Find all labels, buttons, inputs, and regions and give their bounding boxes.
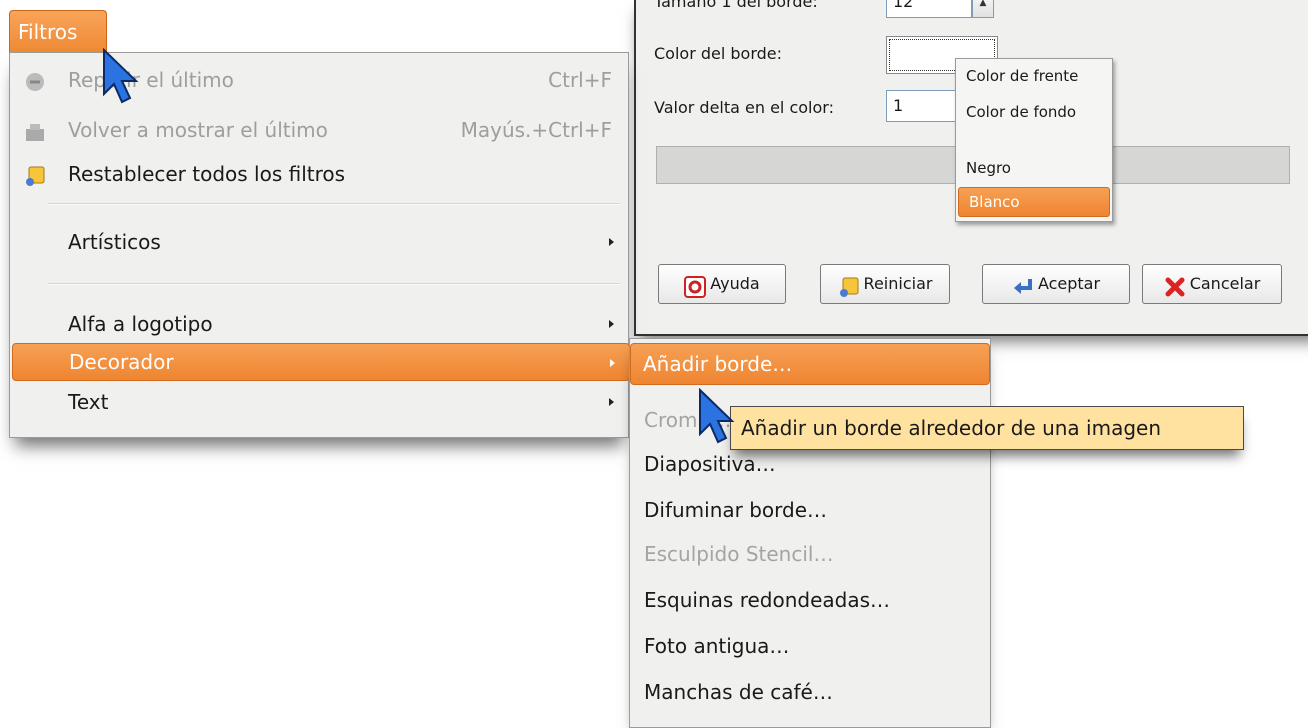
menu-item-alfa-a-logotipo[interactable]: Alfa a logotipo	[10, 307, 628, 341]
repeat-icon	[24, 69, 46, 91]
submenu-item-foto-antigua[interactable]: Foto antigua…	[630, 627, 990, 665]
cancel-button-label: Cancelar	[1189, 274, 1261, 293]
submenu-item-esculpido-stencil[interactable]: Esculpido Stencil…	[630, 535, 990, 573]
filters-menu-title[interactable]: Filtros	[9, 10, 107, 52]
menu-item-label: Volver a mostrar el último	[68, 118, 328, 142]
menu-item-label: Restablecer todos los filtros	[68, 162, 346, 186]
menu-item-decorador[interactable]: Decorador	[12, 343, 630, 381]
mouse-cursor-icon	[699, 388, 735, 444]
menu-item-label: Decorador	[69, 350, 174, 374]
submenu-item-diapositiva[interactable]: Diapositiva…	[630, 445, 990, 483]
border-size-input[interactable]: 12	[886, 0, 972, 18]
submenu-item-add-border[interactable]: Añadir borde…	[630, 343, 990, 385]
menu-separator	[48, 283, 620, 285]
reset-button[interactable]: Reiniciar	[820, 264, 950, 304]
mouse-cursor-icon	[103, 48, 139, 104]
menu-item-label: Repetir el último	[68, 68, 234, 92]
cancel-x-icon	[1164, 274, 1186, 296]
color-option-background[interactable]: Color de fondo	[956, 97, 1112, 127]
color-option-white[interactable]: Blanco	[958, 187, 1110, 217]
color-option-black[interactable]: Negro	[956, 153, 1112, 183]
lifebuoy-icon	[684, 274, 707, 298]
menu-item-shortcut: Mayús.+Ctrl+F	[460, 118, 612, 142]
ok-button[interactable]: Aceptar	[982, 264, 1130, 304]
submenu-item-manchas-de-cafe[interactable]: Manchas de café…	[630, 673, 990, 711]
menu-item-text[interactable]: Text	[10, 385, 628, 419]
reset-button-label: Reiniciar	[863, 274, 933, 293]
menu-item-shortcut: Ctrl+F	[548, 68, 612, 92]
filters-menu: Repetir el último Ctrl+F Volver a mostra…	[9, 52, 630, 438]
tooltip: Añadir un borde alrededor de una imagen	[730, 406, 1244, 450]
menu-item-reset-all-filters[interactable]: Restablecer todos los filtros	[10, 157, 628, 191]
menu-item-artisticos[interactable]: Artísticos	[10, 225, 628, 259]
submenu-item-difuminar-borde[interactable]: Difuminar borde…	[630, 491, 990, 529]
border-size-spin-icon[interactable]: ▲	[972, 0, 994, 18]
menu-item-label: Artísticos	[68, 230, 161, 254]
enter-arrow-icon	[1012, 274, 1034, 296]
submenu-arrow-icon	[609, 320, 614, 328]
help-button[interactable]: Ayuda	[658, 264, 786, 304]
decorador-submenu: Añadir borde… Cromar… Diapositiva… Difum…	[629, 338, 991, 728]
cancel-button[interactable]: Cancelar	[1142, 264, 1282, 304]
submenu-arrow-icon	[609, 398, 614, 406]
reset-icon	[24, 163, 46, 186]
help-button-label: Ayuda	[710, 274, 760, 293]
reshow-icon	[24, 119, 46, 141]
menu-item-label: Alfa a logotipo	[68, 312, 213, 336]
color-popup-menu: Color de frente Color de fondo Negro Bla…	[955, 58, 1113, 222]
submenu-arrow-icon	[610, 359, 615, 367]
submenu-arrow-icon	[609, 238, 614, 246]
menu-item-reshow-last[interactable]: Volver a mostrar el último Mayús.+Ctrl+F	[10, 113, 628, 147]
reset-icon	[838, 274, 860, 297]
menu-item-label: Text	[68, 390, 109, 414]
border-size-label: Tamaño 1 del borde:	[654, 0, 818, 11]
ok-button-label: Aceptar	[1037, 274, 1101, 293]
submenu-item-esquinas-redondeadas[interactable]: Esquinas redondeadas…	[630, 581, 990, 619]
menu-separator	[48, 203, 620, 205]
color-delta-label: Valor delta en el color:	[654, 98, 834, 117]
border-color-label: Color del borde:	[654, 44, 783, 63]
color-option-foreground[interactable]: Color de frente	[956, 61, 1112, 91]
